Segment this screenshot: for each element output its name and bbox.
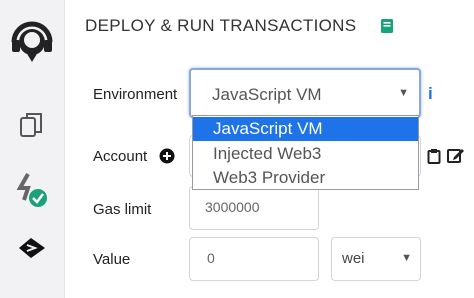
gas-limit-value: 3000000 <box>205 199 260 215</box>
file-explorer-icon[interactable] <box>0 112 64 140</box>
environment-select[interactable]: JavaScript VM ▼ <box>189 68 421 118</box>
book-icon[interactable] <box>380 18 394 39</box>
deploy-run-icon[interactable] <box>0 236 64 260</box>
value-input[interactable]: 0 <box>189 237 319 281</box>
deploy-run-panel: DEPLOY & RUN TRANSACTIONS Environment Ja… <box>65 0 474 298</box>
environment-option[interactable]: JavaScript VM <box>193 117 418 141</box>
info-icon[interactable]: i <box>428 84 433 104</box>
environment-label: Environment <box>93 86 178 103</box>
add-account-icon[interactable] <box>159 148 175 169</box>
remix-logo-icon[interactable] <box>0 14 64 66</box>
environment-dropdown-list: JavaScript VM Injected Web3 Web3 Provide… <box>192 115 419 190</box>
value-unit: wei <box>342 250 365 267</box>
chevron-down-icon: ▼ <box>398 87 409 99</box>
value-unit-select[interactable]: wei ▼ <box>331 237 421 281</box>
account-label: Account <box>93 148 148 165</box>
gas-limit-input[interactable]: 3000000 <box>189 186 319 230</box>
chevron-down-icon: ▼ <box>401 252 412 264</box>
compile-check-icon[interactable] <box>0 170 64 210</box>
copy-icon[interactable] <box>427 148 441 169</box>
edit-icon[interactable] <box>447 147 465 169</box>
environment-selected-value: JavaScript VM <box>212 85 322 104</box>
panel-title: DEPLOY & RUN TRANSACTIONS <box>85 16 357 35</box>
environment-option[interactable]: Injected Web3 <box>193 142 418 166</box>
value-label: Value <box>93 251 131 268</box>
icon-sidebar <box>0 0 65 298</box>
value-amount: 0 <box>207 250 215 266</box>
gas-limit-label: Gas limit <box>93 201 152 218</box>
environment-option[interactable]: Web3 Provider <box>193 166 418 190</box>
